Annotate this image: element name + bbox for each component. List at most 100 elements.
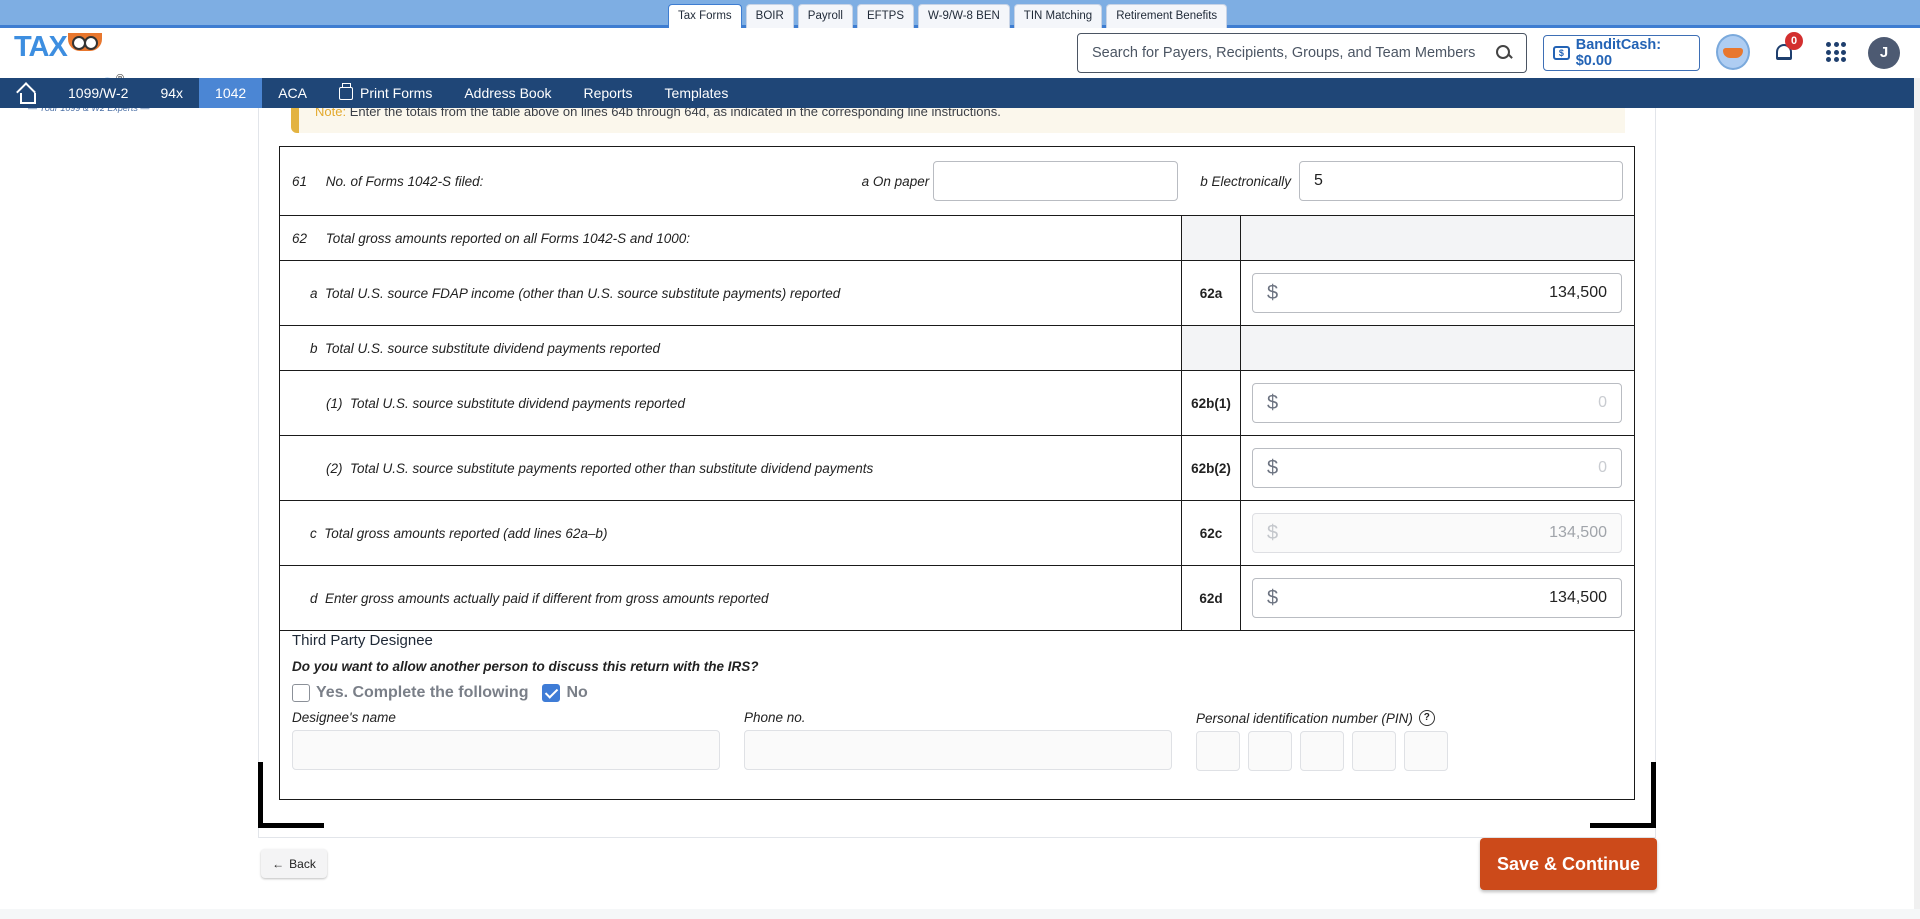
line-61-label: No. of Forms 1042-S filed:: [325, 173, 484, 189]
global-search[interactable]: [1077, 33, 1527, 73]
logo-owl-icon: [67, 33, 102, 51]
table-row-line-61: 61 No. of Forms 1042-S filed: a On paper…: [279, 146, 1635, 216]
line-62b1-input[interactable]: [1287, 394, 1607, 412]
form-card: Note: Enter the totals from the table ab…: [258, 108, 1656, 838]
product-tab-retirement-benefits[interactable]: Retirement Benefits: [1106, 4, 1228, 28]
designee-yes-checkbox[interactable]: Yes. Complete the following: [292, 684, 528, 702]
product-switcher-bar: Tax Forms BOIR Payroll EFTPS W-9/W-8 BEN…: [0, 0, 1920, 31]
back-button-label: Back: [289, 856, 316, 871]
line-code: 62a: [1181, 260, 1241, 326]
save-continue-button[interactable]: Save & Continue: [1480, 838, 1657, 890]
designee-phone-input: [744, 730, 1172, 770]
line-62b2-field[interactable]: $: [1252, 448, 1622, 488]
main-nav: 1099/W-2 94x 1042 ACA Print Forms Addres…: [0, 78, 1914, 108]
corner-bracket-right-bottom: [1590, 823, 1656, 828]
back-button[interactable]: ← Back: [261, 849, 327, 878]
line-62b2-label: Total U.S. source substitute payments re…: [350, 460, 874, 476]
pin-digit-input: [1404, 731, 1448, 771]
product-tab-boir[interactable]: BOIR: [745, 4, 794, 28]
nav-item-reports[interactable]: Reports: [568, 78, 649, 108]
dollar-icon: $: [1267, 281, 1279, 304]
page-content: Note: Enter the totals from the table ab…: [0, 108, 1920, 919]
product-tab-payroll[interactable]: Payroll: [797, 4, 853, 28]
line-code: 62c: [1181, 500, 1241, 566]
designee-name-input: [292, 730, 720, 770]
product-tab-eftps[interactable]: EFTPS: [856, 4, 915, 28]
designee-no-checkbox[interactable]: No: [542, 684, 588, 702]
line-letter: c: [310, 525, 317, 541]
nav-item-94x[interactable]: 94x: [144, 78, 199, 108]
product-tab-w9-w8ben[interactable]: W-9/W-8 BEN: [918, 4, 1010, 28]
line-letter: (2): [326, 460, 343, 476]
nav-item-print-forms-label: Print Forms: [359, 85, 433, 101]
designee-phone-group: Phone no.: [744, 710, 1172, 771]
pin-digit-input: [1196, 731, 1240, 771]
help-icon[interactable]: ?: [1418, 710, 1435, 726]
nav-item-1099-w2[interactable]: 1099/W-2: [52, 78, 144, 108]
notifications-button[interactable]: 0: [1773, 32, 1803, 66]
designee-options: Yes. Complete the following No: [292, 684, 1622, 702]
owl-assistant-icon[interactable]: [1716, 34, 1750, 70]
line-62c-label: Total gross amounts reported (add lines …: [324, 525, 608, 541]
line-letter: a: [310, 285, 318, 301]
user-avatar[interactable]: J: [1868, 37, 1900, 69]
line-letter: (1): [326, 395, 343, 411]
home-icon: [16, 84, 36, 104]
checkbox-checked-icon[interactable]: [542, 684, 561, 702]
line-62b-label: Total U.S. source substitute dividend pa…: [325, 340, 660, 356]
notification-count-badge: 0: [1785, 32, 1803, 50]
instruction-note: Note: Enter the totals from the table ab…: [291, 108, 1625, 133]
product-tabs: Tax Forms BOIR Payroll EFTPS W-9/W-8 BEN…: [668, 4, 1228, 31]
line-62a-field[interactable]: $: [1252, 273, 1622, 313]
designee-name-label: Designee's name: [292, 710, 396, 725]
bandit-cash-button[interactable]: $ BanditCash: $0.00: [1543, 35, 1700, 71]
designee-question: Do you want to allow another person to d…: [292, 659, 759, 674]
nav-item-print-forms[interactable]: Print Forms: [323, 78, 448, 108]
line-number: 61: [292, 173, 308, 189]
table-row-line-62b2: (2) Total U.S. source substitute payment…: [279, 435, 1635, 501]
line-62a-input[interactable]: [1287, 284, 1607, 302]
designee-yes-label: Yes. Complete the following: [316, 684, 529, 701]
dollar-icon: $: [1267, 586, 1279, 609]
corner-bracket-left: [258, 762, 263, 828]
nav-item-aca[interactable]: ACA: [262, 78, 323, 108]
bandit-cash-label: BanditCash: $0.00: [1575, 37, 1662, 69]
line-62-label: Total gross amounts reported on all Form…: [325, 230, 690, 246]
search-input[interactable]: [1092, 45, 1496, 61]
corner-bracket-right: [1651, 762, 1656, 828]
on-paper-input[interactable]: [933, 161, 1179, 201]
corner-bracket-left-bottom: [258, 823, 324, 828]
search-icon[interactable]: [1496, 45, 1512, 61]
nav-item-address-book[interactable]: Address Book: [448, 78, 567, 108]
footer-strip: [0, 909, 1920, 919]
table-row-line-62a: a Total U.S. source FDAP income (other t…: [279, 260, 1635, 326]
printer-icon: [338, 82, 353, 100]
line-62b1-field[interactable]: $: [1252, 383, 1622, 423]
apps-grid-icon[interactable]: [1826, 42, 1846, 62]
product-tab-tin-matching[interactable]: TIN Matching: [1013, 4, 1103, 28]
pin-digit-input: [1300, 731, 1344, 771]
checkbox-unchecked-icon[interactable]: [292, 684, 310, 702]
nav-item-1042[interactable]: 1042: [199, 78, 263, 108]
note-text: Enter the totals from the table above on…: [346, 108, 1001, 119]
electronically-input[interactable]: [1299, 161, 1623, 201]
nav-home[interactable]: [0, 78, 52, 108]
line-62d-label: Enter gross amounts actually paid if dif…: [325, 590, 769, 606]
line-62d-input[interactable]: [1287, 589, 1607, 607]
taxbandits-logo[interactable]: TAXANDITS® — Your 1099 & W2 Experts —: [14, 31, 194, 113]
line-62d-field[interactable]: $: [1252, 578, 1622, 618]
logo-text-left: TAX: [14, 31, 68, 63]
pin-inputs: [1196, 731, 1448, 771]
product-tab-tax-forms[interactable]: Tax Forms: [668, 4, 742, 31]
line-letter: d: [310, 590, 318, 606]
line-code: 62b(1): [1181, 370, 1241, 436]
line-letter: b: [310, 340, 318, 356]
line-62b2-input[interactable]: [1287, 459, 1607, 477]
table-row-line-62: 62 Total gross amounts reported on all F…: [279, 215, 1635, 261]
table-row-line-62b: b Total U.S. source substitute dividend …: [279, 325, 1635, 371]
dollar-icon: $: [1267, 391, 1279, 414]
line-62c-input: [1287, 524, 1607, 542]
line-62b1-label: Total U.S. source substitute dividend pa…: [350, 395, 685, 411]
designee-pin-group: Personal identification number (PIN) ?: [1196, 710, 1448, 771]
nav-item-templates[interactable]: Templates: [649, 78, 745, 108]
